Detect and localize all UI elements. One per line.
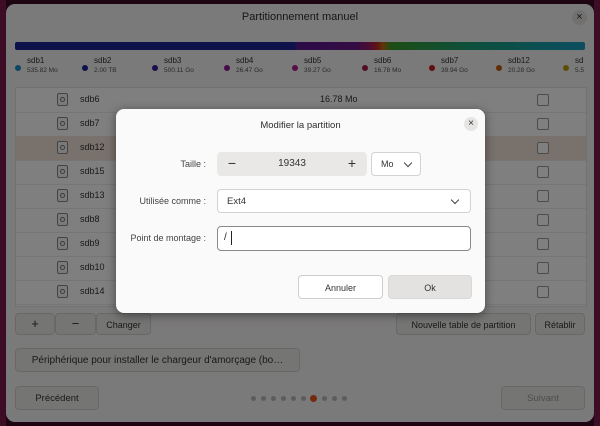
mount-point-label: Point de montage :	[130, 233, 206, 243]
size-input[interactable]: 19343	[247, 158, 337, 169]
ok-button[interactable]: Ok	[388, 275, 472, 299]
size-decrement-button[interactable]: −	[217, 152, 247, 176]
size-unit-value: Mo	[381, 159, 394, 169]
mount-point-input[interactable]: /	[217, 226, 471, 251]
use-as-label: Utilisée comme :	[139, 196, 206, 206]
size-unit-select[interactable]: Mo	[371, 152, 421, 176]
size-label: Taille :	[180, 159, 206, 169]
mount-point-value: /	[224, 232, 227, 243]
chevron-down-icon	[450, 195, 460, 205]
size-stepper: − 19343 +	[217, 152, 367, 176]
filesystem-value: Ext4	[227, 196, 247, 207]
cancel-button[interactable]: Annuler	[298, 275, 383, 299]
chevron-down-icon	[403, 158, 413, 168]
text-caret	[231, 231, 232, 245]
dialog-close-icon[interactable]: ×	[464, 117, 478, 131]
size-increment-button[interactable]: +	[337, 152, 367, 176]
filesystem-select[interactable]: Ext4	[217, 189, 471, 213]
dialog-title: Modifier la partition	[260, 120, 341, 131]
edit-partition-dialog: Modifier la partition × Taille : − 19343…	[116, 109, 485, 313]
